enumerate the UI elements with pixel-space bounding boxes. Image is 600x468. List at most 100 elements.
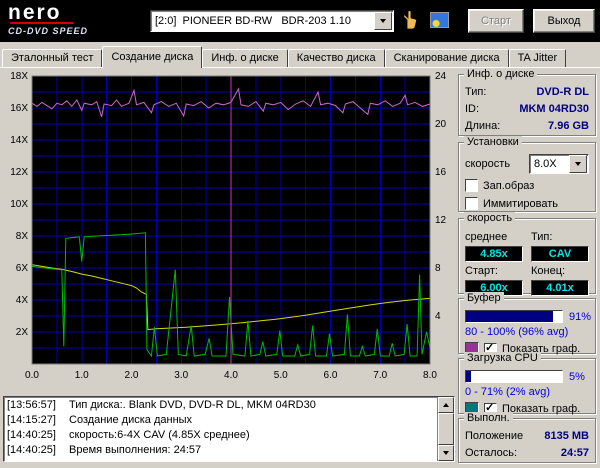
elapsed-row: Осталось: 24:57 — [465, 447, 589, 459]
log-timestamp: [14:40:25] — [7, 429, 56, 441]
disc-type-label: Тип: — [465, 86, 487, 98]
disc-length-value: 7.96 GB — [548, 120, 589, 132]
arrow-down-icon — [443, 451, 449, 455]
y-left-tick: 16X — [10, 103, 28, 114]
hand-cursor-icon[interactable] — [400, 9, 420, 31]
exit-button[interactable]: Выход — [533, 9, 595, 33]
write-speed-row: скорость 8.0X — [465, 154, 589, 174]
x-axis-tick: 7.0 — [373, 370, 387, 381]
x-axis-tick: 2.0 — [125, 370, 139, 381]
drive-select[interactable]: [2:0] PIONEER BD-RW BDR-203 1.10 — [150, 10, 394, 32]
screenshot-icon[interactable] — [430, 12, 449, 28]
disc-length-label: Длина: — [465, 120, 501, 132]
log-timestamp: [14:15:27] — [7, 414, 56, 426]
settings-title: Установки — [464, 136, 522, 149]
logo-text: nero — [8, 1, 62, 24]
speed-end-value: 4.01x — [531, 280, 589, 296]
log-line: [14:15:27] Создание диска данных — [7, 413, 434, 428]
tab-benchmark[interactable]: Эталонный тест — [2, 49, 103, 67]
tab-bar: Эталонный тест Создание диска Инф. о дис… — [2, 45, 567, 68]
buffer-percent: 91% — [569, 310, 592, 323]
y-left-tick: 10X — [10, 199, 28, 210]
cpu-title: Загрузка CPU — [464, 352, 541, 365]
position-label: Положение — [465, 430, 524, 442]
log-timestamp: [13:56:57] — [7, 399, 56, 411]
progress-title: Выполн. — [464, 412, 513, 425]
record-image-label: Зап.образ — [483, 179, 535, 192]
start-button[interactable]: Старт — [468, 9, 524, 33]
y-left-tick: 8X — [16, 231, 29, 242]
record-image-checkbox[interactable]: Зап.образ — [465, 179, 589, 192]
disc-type-row: Тип: DVD-R DL — [465, 86, 589, 98]
tab-disc-quality[interactable]: Качество диска — [287, 49, 385, 67]
y-right-tick: 4 — [435, 311, 441, 322]
drive-select-dropdown-button[interactable] — [374, 12, 392, 30]
log-text: Тип диска:. Blank DVD, DVD-R DL, MKM 04R… — [69, 399, 316, 411]
write-speed-label: скорость — [465, 158, 511, 170]
nero-logo: nero CD-DVD SPEED — [8, 1, 140, 36]
position-value: 8135 МВ — [544, 430, 589, 442]
tab-create-disc[interactable]: Создание диска — [102, 46, 203, 68]
x-axis-tick: 0.0 — [25, 370, 39, 381]
y-left-tick: 6X — [16, 263, 29, 274]
y-left-tick: 18X — [10, 71, 28, 82]
speed-type-value: CAV — [531, 246, 589, 262]
y-left-tick: 2X — [16, 327, 29, 338]
x-axis-tick: 5.0 — [274, 370, 288, 381]
y-right-tick: 8 — [435, 263, 441, 274]
simulate-checkbox-box[interactable] — [465, 197, 478, 210]
scroll-up-button[interactable] — [438, 397, 454, 413]
buffer-panel: Буфер 91% 80 - 100% (96% avg) Показать г… — [458, 292, 596, 356]
speed-title: скорость — [464, 212, 516, 225]
y-right-tick: 12 — [435, 215, 447, 226]
elapsed-label: Осталось: — [465, 447, 518, 459]
disc-id-label: ID: — [465, 103, 480, 115]
x-axis-tick: 4.0 — [224, 370, 238, 381]
scroll-thumb[interactable] — [438, 413, 454, 445]
drive-select-value: [2:0] PIONEER BD-RW BDR-203 1.10 — [155, 15, 352, 27]
disc-id-value: MKM 04RD30 — [519, 103, 589, 115]
speed-start-label: Старт: — [465, 265, 498, 277]
log-text: скорость:6-4Х CAV (4.85Х среднее) — [69, 429, 250, 441]
log-scrollbar[interactable] — [437, 397, 454, 461]
chevron-down-icon — [380, 19, 386, 23]
buffer-level-bar — [465, 310, 563, 323]
tab-scan-disc[interactable]: Сканирование диска — [384, 49, 509, 67]
buffer-title: Буфер — [464, 292, 504, 305]
scroll-down-button[interactable] — [438, 445, 454, 461]
arrow-up-icon — [443, 403, 449, 407]
header-bar: nero CD-DVD SPEED [2:0] PIONEER BD-RW BD… — [0, 0, 600, 42]
cpu-range: 0 - 71% (2% avg) — [465, 386, 550, 398]
tab-ta-jitter[interactable]: TA Jitter — [508, 49, 567, 67]
speed-chart: 2X 4X 6X 8X 10X 12X 14X 16X 18X 4 8 12 16 20 24 0.0 1.0 2… — [10, 71, 447, 381]
log-line: [13:56:57] Тип диска:. Blank DVD, DVD-R D… — [7, 398, 434, 413]
log-line: [14:40:25] Время выполнения: 24:57 — [7, 443, 434, 458]
disc-info-panel: Инф. о диске Тип: DVD-R DL ID: MKM 04RD3… — [458, 68, 596, 136]
log-text: Создание диска данных — [69, 414, 193, 426]
y-right-tick: 20 — [435, 119, 447, 130]
disc-length-row: Длина: 7.96 GB — [465, 120, 589, 132]
simulate-checkbox[interactable]: Иммитировать — [465, 197, 589, 210]
speed-avg-value: 4.85x — [465, 246, 523, 262]
write-speed-dropdown-button[interactable] — [569, 155, 587, 173]
chevron-down-icon — [575, 162, 581, 166]
x-axis-tick: 3.0 — [174, 370, 188, 381]
speed-panel: скорость среднее Тип: 4.85x CAV Старт: К… — [458, 212, 596, 296]
position-row: Положение 8135 МВ — [465, 430, 589, 442]
disc-info-title: Инф. о диске — [464, 68, 538, 81]
buffer-level-fill — [466, 311, 554, 322]
disc-type-value: DVD-R DL — [536, 86, 589, 98]
logo-subtext: CD-DVD SPEED — [8, 26, 89, 36]
cpu-load-bar — [465, 370, 563, 383]
settings-panel: Установки скорость 8.0X Зап.образ Иммити… — [458, 136, 596, 212]
disc-id-row: ID: MKM 04RD30 — [465, 103, 589, 115]
speed-avg-label: среднее — [465, 231, 508, 243]
y-left-tick: 12X — [10, 167, 28, 178]
tab-disc-info[interactable]: Инф. о диске — [202, 49, 288, 67]
y-right-tick: 24 — [435, 71, 447, 82]
record-image-checkbox-box[interactable] — [465, 179, 478, 192]
write-speed-value: 8.0X — [534, 158, 557, 170]
write-speed-select[interactable]: 8.0X — [529, 154, 589, 174]
x-axis-tick: 6.0 — [324, 370, 338, 381]
log-line: [14:40:25] скорость:6-4Х CAV (4.85Х средн… — [7, 428, 434, 443]
